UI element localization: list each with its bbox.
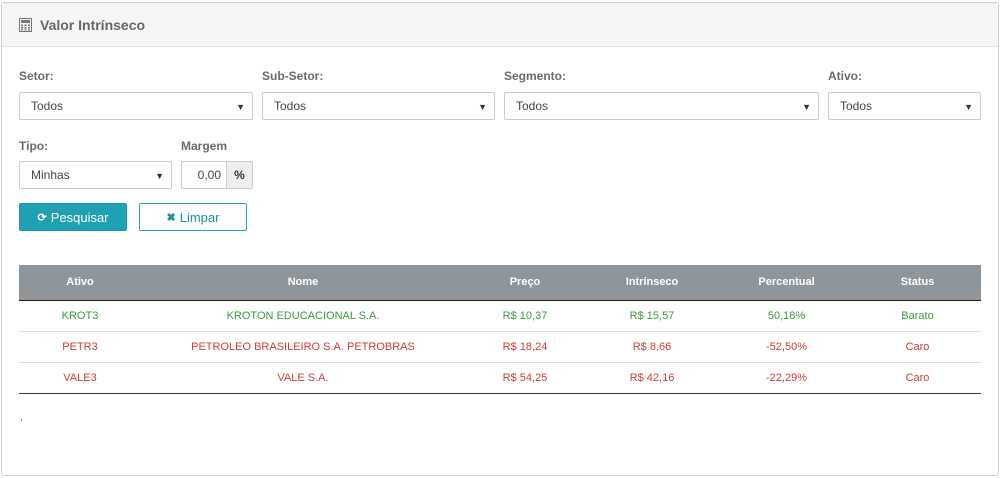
cell-status: Caro bbox=[854, 331, 981, 363]
cell-nome: KROTON EDUCACIONAL S.A. bbox=[141, 300, 465, 332]
column-header-percentual[interactable]: Percentual bbox=[719, 265, 854, 301]
results-table: Ativo Nome Preço Intrínseco Percentual S… bbox=[19, 265, 981, 394]
cell-nome: PETROLEO BRASILEIRO S.A. PETROBRAS bbox=[141, 331, 465, 363]
table-row[interactable]: VALE3 VALE S.A. R$ 54,25 R$ 42,16 -22,29… bbox=[19, 362, 981, 394]
cell-status: Barato bbox=[854, 300, 981, 332]
panel-header: Valor Intrínseco bbox=[2, 3, 998, 47]
setor-value: Todos bbox=[31, 99, 64, 113]
margem-label: Margem bbox=[181, 139, 228, 153]
chevron-down-icon: ▼ bbox=[236, 102, 245, 112]
segmento-select[interactable]: Todos ▼ bbox=[504, 92, 819, 120]
limpar-label: Limpar bbox=[179, 209, 220, 225]
tipo-select[interactable]: Minhas ▼ bbox=[19, 161, 172, 189]
chevron-down-icon: ▼ bbox=[155, 171, 164, 181]
cell-nome: VALE S.A. bbox=[141, 362, 465, 394]
table-row[interactable]: KROT3 KROTON EDUCACIONAL S.A. R$ 10,37 R… bbox=[19, 300, 981, 332]
cell-preco: R$ 18,24 bbox=[465, 331, 585, 363]
cell-preco: R$ 54,25 bbox=[465, 362, 585, 394]
cell-preco: R$ 10,37 bbox=[465, 300, 585, 332]
ativo-select[interactable]: Todos ▼ bbox=[828, 92, 981, 120]
cell-intrinseco: R$ 42,16 bbox=[585, 362, 719, 394]
chevron-down-icon: ▼ bbox=[478, 102, 487, 112]
subsetor-label: Sub-Setor: bbox=[262, 69, 324, 83]
tipo-label: Tipo: bbox=[19, 139, 49, 153]
cell-intrinseco: R$ 15,57 bbox=[585, 300, 719, 332]
subsetor-select[interactable]: Todos ▼ bbox=[262, 92, 495, 120]
column-header-ativo[interactable]: Ativo bbox=[19, 265, 141, 301]
cell-percentual: 50,18% bbox=[719, 300, 854, 332]
page-title: Valor Intrínseco bbox=[40, 16, 146, 33]
refresh-icon: ⟳ bbox=[37, 211, 47, 224]
column-header-nome[interactable]: Nome bbox=[141, 265, 465, 301]
cell-percentual: -52,50% bbox=[719, 331, 854, 363]
subsetor-value: Todos bbox=[274, 99, 307, 113]
close-icon: ✖ bbox=[166, 211, 176, 224]
column-header-preco[interactable]: Preço bbox=[465, 265, 585, 301]
ativo-value: Todos bbox=[840, 99, 873, 113]
segmento-label: Segmento: bbox=[504, 69, 567, 83]
chevron-down-icon: ▼ bbox=[802, 102, 811, 112]
cell-ativo: PETR3 bbox=[19, 331, 141, 363]
footer-mark: , bbox=[20, 412, 23, 423]
column-header-intrinseco[interactable]: Intrínseco bbox=[585, 265, 719, 301]
cell-intrinseco: R$ 8,66 bbox=[585, 331, 719, 363]
table-header-row: Ativo Nome Preço Intrínseco Percentual S… bbox=[19, 265, 981, 301]
calculator-icon bbox=[19, 17, 32, 32]
cell-percentual: -22,29% bbox=[719, 362, 854, 394]
tipo-value: Minhas bbox=[31, 168, 70, 182]
pesquisar-button[interactable]: ⟳ Pesquisar bbox=[19, 203, 127, 231]
segmento-value: Todos bbox=[516, 99, 549, 113]
setor-select[interactable]: Todos ▼ bbox=[19, 92, 253, 120]
margem-input[interactable]: 0,00 bbox=[181, 161, 227, 189]
cell-ativo: KROT3 bbox=[19, 300, 141, 332]
ativo-label: Ativo: bbox=[828, 69, 862, 83]
cell-ativo: VALE3 bbox=[19, 362, 141, 394]
percent-addon: % bbox=[227, 161, 253, 189]
cell-status: Caro bbox=[854, 362, 981, 394]
setor-label: Setor: bbox=[19, 69, 54, 83]
column-header-status[interactable]: Status bbox=[854, 265, 981, 301]
table-row[interactable]: PETR3 PETROLEO BRASILEIRO S.A. PETROBRAS… bbox=[19, 331, 981, 363]
chevron-down-icon: ▼ bbox=[964, 102, 973, 112]
limpar-button[interactable]: ✖ Limpar bbox=[139, 203, 247, 231]
pesquisar-label: Pesquisar bbox=[50, 209, 109, 225]
